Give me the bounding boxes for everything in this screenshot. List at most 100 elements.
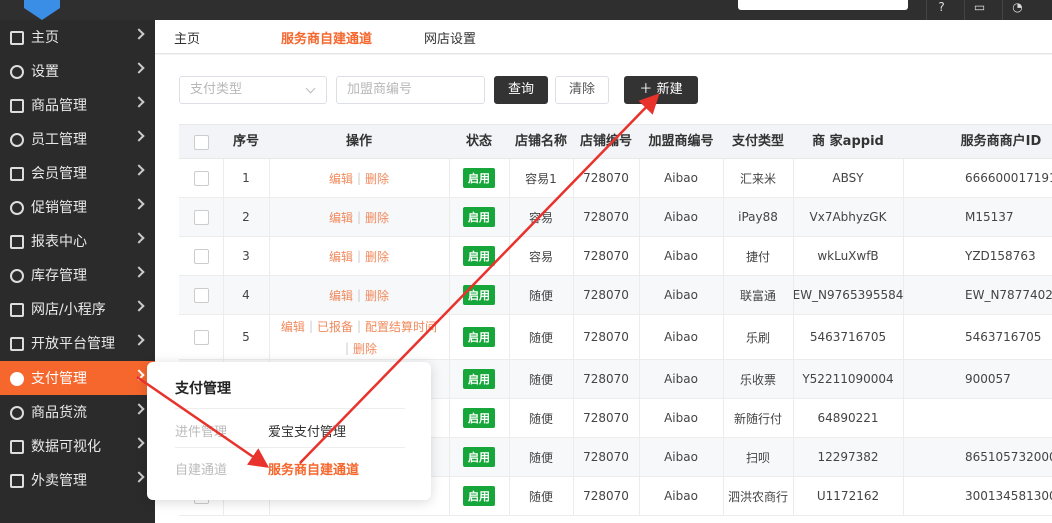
status-badge: 启用 — [449, 276, 509, 314]
cell-type: 扫呗 — [745, 450, 770, 465]
chevron-right-icon — [133, 96, 145, 108]
user-icon — [9, 132, 24, 147]
header-status: 状态 — [465, 134, 492, 149]
top-search-input[interactable] — [738, 0, 908, 10]
submenu-item-provider-channel[interactable]: 服务商自建通道 — [268, 459, 359, 478]
cell-no: 5 — [242, 330, 250, 344]
row-checkbox[interactable] — [179, 315, 223, 359]
sidebar-item-label: 员工管理 — [31, 132, 87, 148]
sidebar-item-label: 商品货流 — [31, 405, 87, 421]
cell-fr: Aibao — [664, 411, 698, 425]
cell-shop: 随便 — [528, 450, 553, 465]
row-action-link[interactable]: 删除 — [365, 170, 389, 187]
row-action-link[interactable]: 编辑 — [329, 248, 353, 265]
server-icon — [9, 336, 24, 351]
submenu-item-aibao-pay[interactable]: 爱宝支付管理 — [268, 421, 346, 440]
sidebar-item-label: 主页 — [31, 30, 59, 46]
check-circle-icon — [9, 200, 24, 215]
sidebar-item-home[interactable]: 主页 — [0, 20, 155, 54]
sidebar-item-open-platform[interactable]: 开放平台管理 — [0, 326, 155, 360]
new-button-label: 新建 — [656, 82, 683, 97]
sidebar-item-payment[interactable]: 支付管理 — [0, 361, 155, 395]
tab-store-settings[interactable]: 网店设置 — [424, 28, 476, 47]
row-action-link[interactable]: 编辑 — [329, 287, 353, 304]
cell-shop-no: 728070 — [583, 288, 629, 302]
cell-mid: 5463716705 — [965, 330, 1042, 344]
top-bar: ? ▭ ◔ — [0, 0, 1052, 20]
row-action-link[interactable]: 删除 — [365, 209, 389, 226]
sidebar: 主页 设置 商品管理 员工管理 会员管理 促销管理 报表中心 库存管理 网店/小… — [0, 20, 155, 523]
sidebar-item-label: 报表中心 — [31, 234, 87, 250]
status-badge: 启用 — [449, 198, 509, 236]
sidebar-item-goods-flow[interactable]: 商品货流 — [0, 395, 155, 429]
cell-type: 汇来米 — [739, 171, 776, 186]
sidebar-item-reports[interactable]: 报表中心 — [0, 224, 155, 258]
row-checkbox[interactable] — [179, 159, 223, 197]
submenu-category-self-built: 自建通道 — [175, 463, 228, 478]
cell-appid: 5463716705 — [809, 330, 887, 344]
shop-icon — [9, 302, 24, 317]
query-button[interactable]: 查询 — [494, 76, 548, 104]
member-card-icon — [9, 166, 24, 181]
new-button[interactable]: ＋ 新建 — [624, 76, 698, 104]
sidebar-item-takeout[interactable]: 外卖管理 — [0, 463, 155, 497]
cell-shop-no: 728070 — [583, 450, 629, 464]
help-icon[interactable]: ? — [926, 0, 956, 20]
user-menu-icon[interactable]: ◔ — [1002, 0, 1032, 20]
cell-fr: Aibao — [664, 372, 698, 386]
pay-type-select[interactable]: 支付类型 — [179, 76, 327, 104]
row-action-link[interactable]: 删除 — [365, 248, 389, 265]
status-badge: 启用 — [449, 315, 509, 359]
row-actions: 编辑 | 删除 — [328, 209, 390, 226]
tab-home[interactable]: 主页 — [174, 28, 200, 47]
submenu-title: 支付管理 — [175, 381, 231, 397]
header-franchise-no: 加盟商编号 — [648, 134, 714, 149]
row-action-link[interactable]: 删除 — [365, 287, 389, 304]
row-checkbox[interactable] — [179, 198, 223, 236]
chevron-right-icon — [133, 62, 145, 74]
cell-shop-no: 728070 — [583, 249, 629, 263]
franchise-number-input[interactable]: 加盟商编号 — [336, 76, 485, 104]
sidebar-item-settings[interactable]: 设置 — [0, 54, 155, 88]
sidebar-item-online-store[interactable]: 网店/小程序 — [0, 292, 155, 326]
cube-icon — [9, 405, 24, 420]
row-checkbox[interactable] — [179, 237, 223, 275]
status-badge: 启用 — [449, 399, 509, 437]
sidebar-item-staff[interactable]: 员工管理 — [0, 122, 155, 156]
cell-type: 乐收票 — [739, 372, 776, 387]
row-action-link[interactable]: 配置结算时间 — [365, 318, 437, 335]
select-all-checkbox[interactable] — [179, 125, 223, 160]
row-action-link[interactable]: 已报备 — [317, 318, 353, 335]
chevron-right-icon — [133, 334, 145, 346]
row-action-link[interactable]: 删除 — [353, 340, 377, 357]
chevron-right-icon — [133, 437, 145, 449]
table-row: 1 编辑 | 删除 启用 容易1 728070 Aibao 汇来米 ABSY 66660001719… — [179, 159, 1052, 198]
cell-type: 乐刷 — [745, 330, 770, 345]
row-action-link[interactable]: 编辑 — [281, 318, 305, 335]
sidebar-item-label: 会员管理 — [31, 166, 87, 182]
sidebar-item-inventory[interactable]: 库存管理 — [0, 258, 155, 292]
sidebar-item-members[interactable]: 会员管理 — [0, 156, 155, 190]
row-action-link[interactable]: 编辑 — [329, 170, 353, 187]
cell-fr: Aibao — [664, 288, 698, 302]
cell-mid: 300134581300021 — [965, 489, 1052, 503]
clear-button[interactable]: 清除 — [555, 76, 609, 104]
divider — [175, 408, 405, 409]
cell-shop: 随便 — [528, 288, 553, 303]
cell-mid: EW_N787740268 — [965, 288, 1052, 302]
sidebar-item-promotions[interactable]: 促销管理 — [0, 190, 155, 224]
chevron-right-icon — [133, 266, 145, 278]
row-checkbox[interactable] — [179, 276, 223, 314]
cell-mid — [903, 399, 1052, 437]
message-icon[interactable]: ▭ — [964, 0, 994, 20]
tab-provider-channel[interactable]: 服务商自建通道 — [281, 28, 372, 47]
cell-shop-no: 728070 — [583, 330, 629, 344]
cell-shop: 容易1 — [525, 171, 557, 186]
sidebar-item-label: 设置 — [31, 64, 59, 80]
row-action-link[interactable]: 编辑 — [329, 209, 353, 226]
sidebar-item-products[interactable]: 商品管理 — [0, 88, 155, 122]
row-actions: 编辑 | 删除 — [328, 170, 390, 187]
sidebar-item-label: 支付管理 — [31, 371, 87, 387]
sidebar-item-data-visualization[interactable]: 数据可视化 — [0, 429, 155, 463]
cell-type: 泗洪农商行 — [727, 489, 788, 504]
